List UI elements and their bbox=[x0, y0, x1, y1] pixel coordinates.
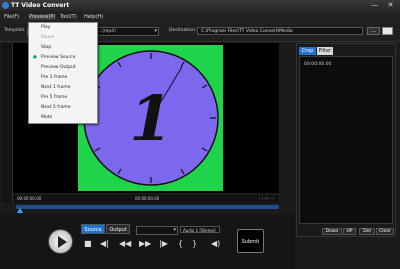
timeline-marker: - - -:- - - bbox=[259, 196, 275, 201]
menu-item-play[interactable]: Play bbox=[41, 25, 50, 30]
up-button[interactable]: UP bbox=[343, 228, 356, 235]
stop-icon[interactable]: ■ bbox=[84, 240, 92, 248]
chevron-down-icon: ▾ bbox=[173, 227, 176, 233]
open-folder-button[interactable] bbox=[382, 27, 393, 35]
menu-preview[interactable]: Preview(P) bbox=[29, 14, 56, 20]
app-icon bbox=[2, 2, 9, 9]
menu-item-pre-5-frame[interactable]: Pre 5 frame bbox=[41, 95, 67, 100]
fast-forward-icon[interactable]: ▶▶ bbox=[139, 240, 151, 248]
destination-label: Destination: bbox=[169, 28, 197, 33]
delete-button[interactable]: Del bbox=[359, 228, 375, 235]
seek-bar[interactable] bbox=[16, 205, 279, 209]
panel-time: 00:00:00.00 bbox=[304, 62, 332, 67]
source-button[interactable]: Source bbox=[81, 224, 105, 234]
close-button[interactable]: ✕ bbox=[386, 1, 395, 10]
previous-frame-icon[interactable]: ◀| bbox=[100, 240, 109, 248]
menu-item-preview-source[interactable]: Preview Source bbox=[41, 55, 75, 60]
preview-menu: Play Pause Stop ● Preview Source Preview… bbox=[28, 22, 98, 124]
next-frame-icon[interactable]: |▶ bbox=[159, 240, 168, 248]
tab-filter[interactable]: Filter bbox=[317, 47, 333, 55]
down-button[interactable]: Down bbox=[322, 228, 342, 235]
menu-item-next-5-frame[interactable]: Next 5 frame bbox=[41, 105, 71, 110]
seek-thumb[interactable] bbox=[17, 208, 23, 213]
rewind-icon[interactable]: ◀◀ bbox=[119, 240, 131, 248]
volume-icon[interactable]: ◀) bbox=[211, 240, 220, 248]
play-button[interactable] bbox=[48, 229, 73, 254]
checkmark-icon: ● bbox=[33, 55, 37, 60]
left-rail bbox=[2, 43, 13, 203]
menu-item-next-1-frame[interactable]: Next 1 frame bbox=[41, 85, 71, 90]
destination-field[interactable]: C:\Program Files\TT Video Convert\Media bbox=[197, 27, 363, 35]
menu-item-pause[interactable]: Pause bbox=[41, 35, 54, 40]
menu-item-mute[interactable]: Mute bbox=[41, 115, 52, 120]
clear-button[interactable]: Clear bbox=[376, 228, 394, 235]
submit-button[interactable]: Submit bbox=[237, 229, 264, 253]
frame-number-text: 1 bbox=[129, 82, 172, 155]
tab-crop[interactable]: Crop bbox=[299, 47, 316, 55]
menu-item-stop[interactable]: Stop bbox=[41, 45, 51, 50]
crop-list[interactable]: 00:00:00.00 bbox=[299, 56, 393, 224]
template-label: Template bbox=[4, 28, 25, 33]
mark-in-icon[interactable]: { bbox=[178, 240, 183, 248]
browse-button[interactable]: ... bbox=[367, 27, 380, 35]
start-time: 00:00:00.00 bbox=[17, 196, 42, 201]
end-time: 00:00:00.00 bbox=[135, 196, 160, 201]
output-button[interactable]: Output bbox=[106, 224, 130, 234]
minimize-button[interactable]: — bbox=[370, 1, 379, 10]
subtitle-select[interactable]: ▾ bbox=[136, 226, 178, 235]
time-row: 00:00:00.00 00:00:00.00 - - -:- - - bbox=[13, 195, 279, 203]
chevron-down-icon: ▾ bbox=[154, 28, 157, 34]
menu-file[interactable]: File(F) bbox=[4, 14, 19, 20]
play-icon bbox=[58, 236, 67, 248]
menu-help[interactable]: Help(H) bbox=[84, 14, 103, 20]
mark-out-icon[interactable]: } bbox=[192, 240, 197, 248]
template-value: ...(mp4) bbox=[98, 29, 116, 34]
menu-tool[interactable]: Tool(T) bbox=[60, 14, 77, 20]
menu-item-pre-1-frame[interactable]: Pre 1 frame bbox=[41, 75, 67, 80]
title-bar: TT Video Convert — ✕ bbox=[0, 0, 400, 11]
window-title: TT Video Convert bbox=[11, 2, 70, 9]
menu-item-preview-output[interactable]: Preview Output bbox=[41, 65, 76, 70]
crop-filter-panel: Crop Filter 00:00:00.00 bbox=[296, 43, 396, 237]
audio-track-value: Audio 1 [Stereo] bbox=[183, 228, 216, 233]
clock-graphic: 1 bbox=[83, 50, 219, 186]
audio-select[interactable]: Audio 1 [Stereo] bbox=[180, 226, 220, 233]
